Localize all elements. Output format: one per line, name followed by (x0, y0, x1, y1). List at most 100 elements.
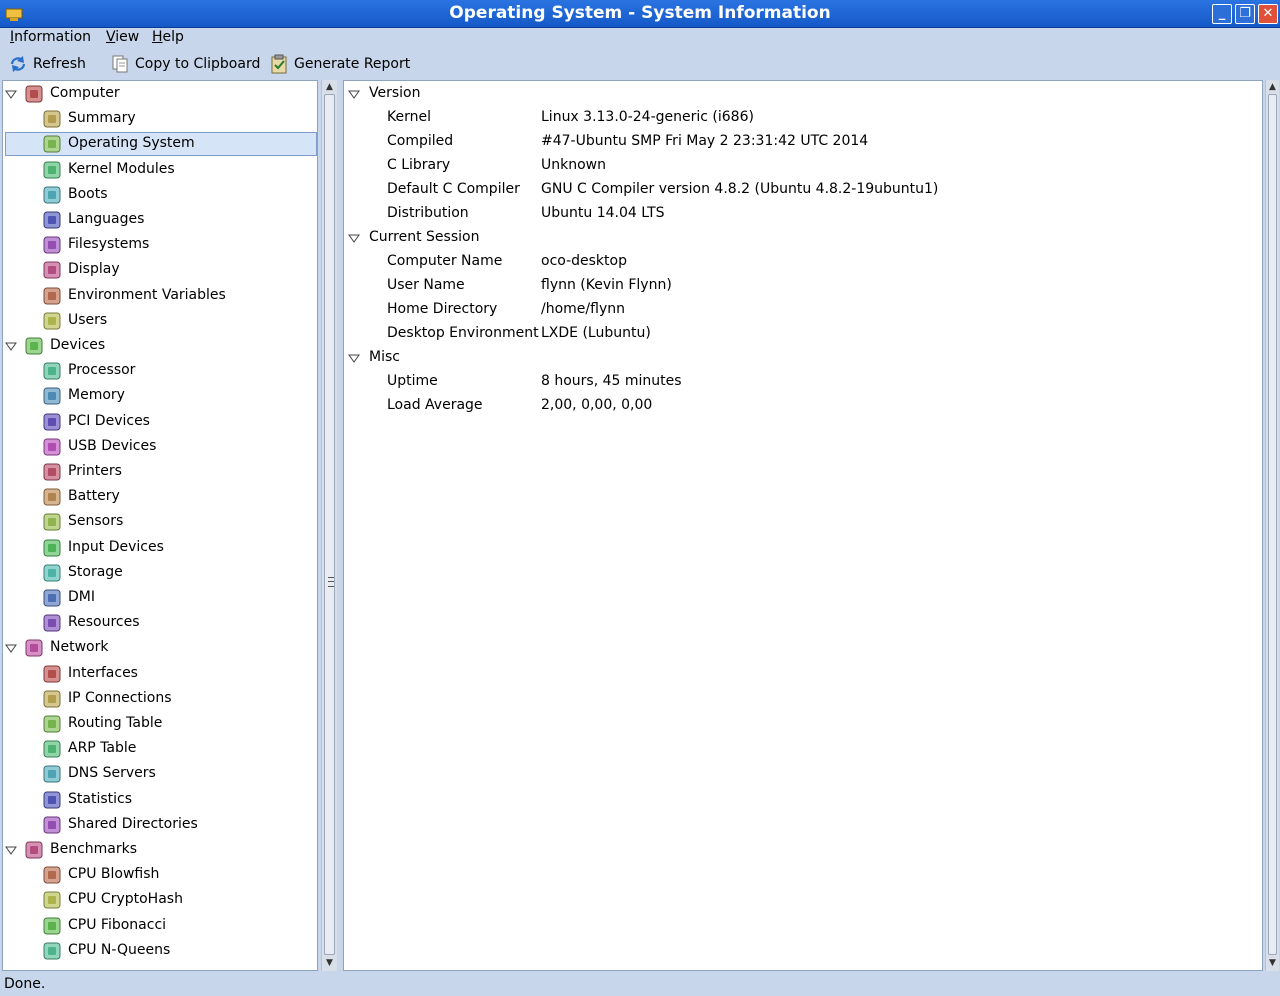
tree-item[interactable]: CPU Fibonacci (3, 914, 317, 938)
details-scroll-thumb[interactable] (1268, 94, 1277, 955)
detail-value: oco-desktop (541, 253, 627, 269)
tree-item[interactable]: CPU N-Queens (3, 939, 317, 963)
statistics-icon (43, 791, 61, 809)
menu-information[interactable]: Information (10, 29, 91, 45)
tree-item[interactable]: Memory (3, 384, 317, 408)
detail-row[interactable]: Computer Name oco-desktop (344, 250, 1262, 274)
tree-item[interactable]: Filesystems (3, 233, 317, 257)
tree-item[interactable]: Storage (3, 561, 317, 585)
detail-value: GNU C Compiler version 4.8.2 (Ubuntu 4.8… (541, 181, 939, 197)
details-scrollbar[interactable]: ▲ ▼ (1265, 80, 1279, 971)
detail-key: Load Average (387, 397, 483, 413)
detail-row[interactable]: Load Average 2,00, 0,00, 0,00 (344, 394, 1262, 418)
tree-item[interactable]: Network (3, 636, 317, 660)
copy-to-clipboard-button[interactable]: Copy to Clipboard (110, 52, 260, 76)
detail-row[interactable]: Home Directory/home/flynn (344, 298, 1262, 322)
tree-item[interactable]: Statistics (3, 788, 317, 812)
detail-value: Unknown (541, 157, 606, 173)
tree-item[interactable]: Printers (3, 460, 317, 484)
expander-arrow-icon[interactable] (348, 88, 360, 100)
detail-row[interactable]: Desktop Environment LXDE (Lubuntu) (344, 322, 1262, 346)
tree-item[interactable]: ARP Table (3, 737, 317, 761)
panel-splitter[interactable] (322, 80, 336, 971)
tree-item[interactable]: Display (3, 258, 317, 282)
detail-row[interactable]: Distribution Ubuntu 14.04 LTS (344, 202, 1262, 226)
tree-item[interactable]: DMI (3, 586, 317, 610)
blowfish-icon (43, 866, 61, 884)
tree-item[interactable]: Routing Table (3, 712, 317, 736)
tree-item[interactable]: Devices (3, 334, 317, 358)
expander-arrow-icon[interactable] (348, 352, 360, 364)
tree-item[interactable]: DNS Servers (3, 762, 317, 786)
detail-row[interactable]: Compiled #47-Ubuntu SMP Fri May 2 23:31:4… (344, 130, 1262, 154)
copy-label: Copy to Clipboard (135, 56, 261, 72)
tree-item-label: Operating System (68, 135, 195, 152)
tree-item-label: Memory (68, 387, 125, 404)
tree-item[interactable]: PCI Devices (3, 410, 317, 434)
details-scroll-up-arrow[interactable]: ▲ (1266, 82, 1279, 92)
tree-item[interactable]: Battery (3, 485, 317, 509)
network-icon (25, 639, 43, 657)
expander-arrow-icon[interactable] (5, 88, 17, 100)
tree-item[interactable]: Input Devices (3, 536, 317, 560)
section-header[interactable]: Misc (344, 346, 1262, 370)
detail-row[interactable]: Default C Compiler GNU C Compiler version… (344, 178, 1262, 202)
maximize-button[interactable]: ❐ (1235, 4, 1255, 24)
tree-item[interactable]: Computer (3, 82, 317, 106)
tree-item[interactable]: CPU Blowfish (3, 863, 317, 887)
detail-row[interactable]: User Name flynn (Kevin Flynn) (344, 274, 1262, 298)
detail-key: Home Directory (387, 301, 498, 317)
expander-arrow-icon[interactable] (5, 340, 17, 352)
tree-item[interactable]: Operating System (3, 132, 317, 157)
minimize-button[interactable]: _ (1212, 4, 1232, 24)
tree-item[interactable]: Summary (3, 107, 317, 131)
tree-item[interactable]: Languages (3, 208, 317, 232)
section-header[interactable]: Current Session (344, 226, 1262, 250)
tree-item-label: Devices (50, 337, 106, 353)
tree-item[interactable]: Processor (3, 359, 317, 383)
tree-item[interactable]: Benchmarks (3, 838, 317, 862)
generate-report-button[interactable]: Generate Report (269, 52, 410, 76)
tree-item[interactable]: Resources (3, 611, 317, 635)
tree-item[interactable]: USB Devices (3, 435, 317, 459)
tree-item[interactable]: CPU CryptoHash (3, 888, 317, 912)
tree-item-label: Benchmarks (50, 841, 138, 857)
pci-icon (43, 413, 61, 431)
tree-item[interactable]: Boots (3, 183, 317, 207)
tree-item[interactable]: Interfaces (3, 662, 317, 686)
expander-arrow-icon[interactable] (5, 642, 17, 654)
tree-item-label: CPU CryptoHash (68, 891, 183, 908)
detail-row[interactable]: Uptime 8 hours, 45 minutes (344, 370, 1262, 394)
tree-item-label: Interfaces (68, 664, 138, 681)
tree-item-label: Battery (68, 488, 120, 505)
tree-item[interactable]: Kernel Modules (3, 158, 317, 182)
expander-arrow-icon[interactable] (348, 232, 360, 244)
menu-help[interactable]: Help (152, 29, 184, 45)
terminal-icon (43, 287, 61, 305)
drive-icon (43, 236, 61, 254)
chess-icon (43, 942, 61, 960)
detail-row[interactable]: Kernel Linux 3.13.0-24-generic (i686) (344, 106, 1262, 130)
menu-view[interactable]: View (106, 29, 139, 45)
routing-icon (43, 715, 61, 733)
detail-row[interactable]: C Library Unknown (344, 154, 1262, 178)
section-header[interactable]: Version (344, 82, 1262, 106)
status-text: Done. (4, 976, 46, 992)
tree-item-label: Display (68, 261, 120, 278)
arp-icon (43, 740, 61, 758)
flag-icon (43, 211, 61, 229)
expander-arrow-icon[interactable] (5, 844, 17, 856)
computer-icon (25, 85, 43, 103)
tree-item[interactable]: IP Connections (3, 687, 317, 711)
close-button[interactable]: ✕ (1258, 4, 1278, 24)
refresh-button[interactable]: Refresh (8, 52, 86, 76)
tree-item[interactable]: Users (3, 309, 317, 333)
tree-item[interactable]: Shared Directories (3, 813, 317, 837)
tree-item[interactable]: Environment Variables (3, 284, 317, 308)
details-scroll-down-arrow[interactable]: ▼ (1266, 958, 1279, 968)
dmi-icon (43, 589, 61, 607)
tree-item-label: Users (68, 311, 108, 328)
category-tree[interactable]: Computer Summary Operating System Kernel Mo… (2, 80, 318, 971)
tree-item[interactable]: Sensors (3, 510, 317, 534)
tree-item-label: DNS Servers (68, 765, 156, 782)
